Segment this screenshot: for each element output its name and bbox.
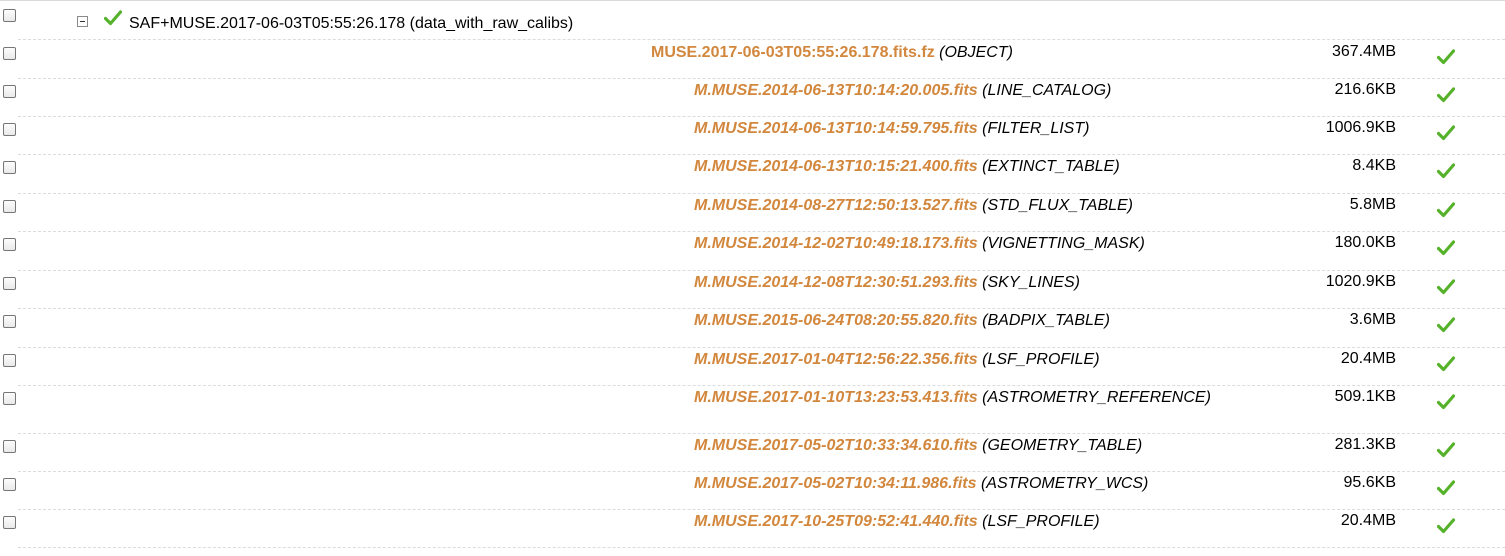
file-entry: M.MUSE.2017-05-02T10:34:11.986.fits (AST… [694, 474, 1148, 493]
file-link[interactable]: M.MUSE.2015-06-24T08:20:55.820.fits [694, 312, 978, 329]
file-size: 20.4MB [1340, 350, 1396, 367]
checkmark-icon [1437, 480, 1455, 496]
file-row: M.MUSE.2014-12-02T10:49:18.173.fits (VIG… [0, 232, 1505, 271]
file-link[interactable]: M.MUSE.2014-08-27T12:50:13.527.fits [694, 197, 978, 214]
checkmark-icon [1437, 394, 1455, 410]
checkmark-icon [1437, 279, 1455, 295]
file-category: (VIGNETTING_MASK) [982, 235, 1145, 252]
file-size: 216.6KB [1334, 81, 1396, 98]
file-size: 8.4KB [1352, 157, 1396, 174]
checkmark-icon [1437, 518, 1455, 534]
file-entry: M.MUSE.2014-12-02T10:49:18.173.fits (VIG… [694, 234, 1145, 253]
file-entry: M.MUSE.2017-10-25T09:52:41.440.fits (LSF… [694, 512, 1100, 531]
file-checkbox[interactable] [3, 85, 16, 98]
checkmark-icon [1437, 202, 1455, 218]
checkmark-icon [1437, 317, 1455, 333]
file-checkbox[interactable] [3, 440, 16, 453]
file-row: M.MUSE.2014-12-08T12:30:51.293.fits (SKY… [0, 271, 1505, 309]
file-entry: M.MUSE.2017-01-10T13:23:53.413.fits (AST… [694, 388, 1211, 407]
file-size: 95.6KB [1343, 474, 1396, 491]
file-checkbox[interactable] [3, 516, 16, 529]
file-category: (BADPIX_TABLE) [982, 312, 1110, 329]
file-row: M.MUSE.2017-05-02T10:34:11.986.fits (AST… [0, 472, 1505, 510]
file-size: 5.8MB [1349, 196, 1396, 213]
file-checkbox[interactable] [3, 392, 16, 405]
file-checkbox[interactable] [3, 47, 16, 60]
file-category: (LSF_PROFILE) [982, 351, 1100, 368]
file-link[interactable]: M.MUSE.2017-05-02T10:34:11.986.fits [694, 475, 977, 492]
file-row: M.MUSE.2017-10-25T09:52:41.440.fits (LSF… [0, 510, 1505, 548]
file-category: (SKY_LINES) [982, 274, 1080, 291]
collapse-minus-icon[interactable] [77, 16, 88, 27]
checkmark-icon [1437, 49, 1455, 65]
file-category: (ASTROMETRY_REFERENCE) [982, 389, 1211, 406]
checkmark-icon [1437, 240, 1455, 256]
dataset-checkbox[interactable] [3, 9, 16, 22]
file-checkbox[interactable] [3, 315, 16, 328]
file-checkbox[interactable] [3, 200, 16, 213]
file-entry: M.MUSE.2014-08-27T12:50:13.527.fits (STD… [694, 196, 1133, 215]
file-link[interactable]: M.MUSE.2017-01-10T13:23:53.413.fits [694, 389, 978, 406]
file-checkbox[interactable] [3, 161, 16, 174]
file-entry: M.MUSE.2017-01-04T12:56:22.356.fits (LSF… [694, 350, 1100, 369]
file-entry: MUSE.2017-06-03T05:55:26.178.fits.fz (OB… [651, 43, 1013, 62]
file-category: (GEOMETRY_TABLE) [982, 437, 1143, 454]
file-size: 1006.9KB [1325, 119, 1396, 136]
top-border [0, 0, 1505, 1]
file-size: 20.4MB [1340, 512, 1396, 529]
file-size: 1020.9KB [1325, 273, 1396, 290]
file-checkbox[interactable] [3, 277, 16, 290]
file-row: M.MUSE.2017-01-04T12:56:22.356.fits (LSF… [0, 348, 1505, 386]
file-category: (LSF_PROFILE) [982, 513, 1100, 530]
checkmark-icon [1437, 356, 1455, 372]
file-entry: M.MUSE.2015-06-24T08:20:55.820.fits (BAD… [694, 311, 1110, 330]
file-entry: M.MUSE.2014-06-13T10:15:21.400.fits (EXT… [694, 157, 1120, 176]
checkmark-icon [1437, 442, 1455, 458]
file-entry: M.MUSE.2014-06-13T10:14:20.005.fits (LIN… [694, 81, 1111, 100]
file-row: M.MUSE.2014-08-27T12:50:13.527.fits (STD… [0, 194, 1505, 232]
file-row: M.MUSE.2014-06-13T10:14:59.795.fits (FIL… [0, 117, 1505, 155]
file-size: 367.4MB [1331, 43, 1396, 60]
file-checkbox[interactable] [3, 238, 16, 251]
file-category: (OBJECT) [939, 44, 1013, 61]
file-link[interactable]: M.MUSE.2014-06-13T10:14:20.005.fits [694, 82, 978, 99]
checkmark-icon [104, 10, 122, 26]
file-entry: M.MUSE.2017-05-02T10:33:34.610.fits (GEO… [694, 436, 1142, 455]
file-category: (FILTER_LIST) [982, 120, 1090, 137]
file-size: 509.1KB [1334, 388, 1396, 405]
file-link[interactable]: M.MUSE.2014-06-13T10:15:21.400.fits [694, 158, 978, 175]
file-row: M.MUSE.2014-06-13T10:14:20.005.fits (LIN… [0, 79, 1505, 117]
file-link[interactable]: M.MUSE.2017-05-02T10:33:34.610.fits [694, 437, 978, 454]
file-row: M.MUSE.2017-01-10T13:23:53.413.fits (AST… [0, 386, 1505, 434]
file-row: M.MUSE.2017-05-02T10:33:34.610.fits (GEO… [0, 434, 1505, 472]
dataset-row: SAF+MUSE.2017-06-03T05:55:26.178 (data_w… [0, 2, 1505, 40]
file-size: 3.6MB [1349, 311, 1396, 328]
file-link[interactable]: M.MUSE.2014-12-08T12:30:51.293.fits [694, 274, 978, 291]
file-entry: M.MUSE.2014-12-08T12:30:51.293.fits (SKY… [694, 273, 1080, 292]
file-link[interactable]: MUSE.2017-06-03T05:55:26.178.fits.fz [651, 44, 935, 61]
file-checkbox[interactable] [3, 354, 16, 367]
dataset-label: SAF+MUSE.2017-06-03T05:55:26.178 (data_w… [129, 15, 574, 32]
checkmark-icon [1437, 163, 1455, 179]
file-link[interactable]: M.MUSE.2014-12-02T10:49:18.173.fits [694, 235, 978, 252]
file-link[interactable]: M.MUSE.2014-06-13T10:14:59.795.fits [694, 120, 978, 137]
file-size: 180.0KB [1334, 234, 1396, 251]
file-checkbox[interactable] [3, 123, 16, 136]
file-category: (EXTINCT_TABLE) [982, 158, 1120, 175]
file-size: 281.3KB [1334, 436, 1396, 453]
file-category: (STD_FLUX_TABLE) [982, 197, 1134, 214]
file-entry: M.MUSE.2014-06-13T10:14:59.795.fits (FIL… [694, 119, 1089, 138]
file-row: M.MUSE.2015-06-24T08:20:55.820.fits (BAD… [0, 309, 1505, 348]
file-checkbox[interactable] [3, 478, 16, 491]
file-row: M.MUSE.2014-06-13T10:15:21.400.fits (EXT… [0, 155, 1505, 194]
file-row: MUSE.2017-06-03T05:55:26.178.fits.fz (OB… [0, 41, 1505, 79]
file-link[interactable]: M.MUSE.2017-01-04T12:56:22.356.fits [694, 351, 978, 368]
file-link[interactable]: M.MUSE.2017-10-25T09:52:41.440.fits [694, 513, 978, 530]
checkmark-icon [1437, 87, 1455, 103]
file-category: (ASTROMETRY_WCS) [980, 475, 1149, 492]
file-category: (LINE_CATALOG) [982, 82, 1112, 99]
file-tree: SAF+MUSE.2017-06-03T05:55:26.178 (data_w… [0, 0, 1505, 556]
checkmark-icon [1437, 125, 1455, 141]
